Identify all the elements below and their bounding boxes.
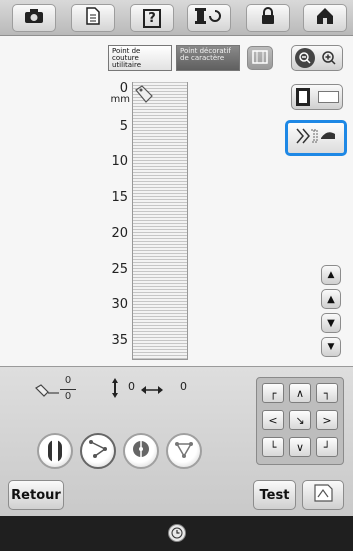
- tab-utility-stitch[interactable]: Point de couture utilitaire: [108, 45, 172, 71]
- stitch-mode-straight-button[interactable]: [37, 433, 73, 469]
- nav-center-button[interactable]: ↘: [289, 410, 311, 430]
- scroll-up-button[interactable]: ▲: [321, 289, 341, 309]
- wide-view-icon[interactable]: [318, 91, 339, 103]
- ruler-label-20: 20: [111, 226, 128, 241]
- scroll-bottom-button[interactable]: ▼: [321, 337, 341, 357]
- memory-button[interactable]: [302, 480, 344, 510]
- pattern-list-button[interactable]: [247, 46, 273, 70]
- camera-button[interactable]: [12, 4, 56, 32]
- nav-bottom-left-button[interactable]: └: [262, 437, 284, 457]
- length-bottom-value: 0: [64, 391, 72, 402]
- zoom-in-icon[interactable]: [319, 48, 339, 68]
- center-arrow-icon: ↘: [295, 413, 305, 427]
- test-button[interactable]: Test: [253, 480, 296, 510]
- double-up-arrow-icon: ▲: [327, 270, 335, 280]
- ruler-label-5: 5: [119, 119, 128, 134]
- scroll-top-button[interactable]: ▲: [321, 265, 341, 285]
- lock-icon: [260, 7, 276, 29]
- stitch-length-tag-icon: [34, 383, 60, 402]
- clock-icon[interactable]: [168, 524, 186, 542]
- chevron-down-icon: ∨: [295, 440, 305, 454]
- page-icon: [86, 7, 100, 29]
- vertical-arrow-icon: [111, 377, 119, 403]
- nav-top-left-button[interactable]: ┌: [262, 383, 284, 403]
- stitch-image-button[interactable]: [285, 120, 347, 156]
- stitch-mode-zigzag-button[interactable]: [80, 433, 116, 469]
- help-button[interactable]: ?: [130, 4, 174, 32]
- horizontal-value: 0: [180, 380, 187, 393]
- corner-bottom-left-icon: └: [269, 440, 277, 454]
- triangle-stitch-icon: [173, 438, 195, 464]
- nav-left-button[interactable]: <: [262, 410, 284, 430]
- chevron-left-icon: <: [268, 413, 278, 427]
- corner-top-right-icon: ┐: [323, 386, 331, 400]
- up-arrow-icon: ▲: [327, 293, 335, 305]
- nav-bottom-right-button[interactable]: ┘: [316, 437, 338, 457]
- home-button[interactable]: [303, 4, 347, 32]
- down-arrow-icon: ▼: [327, 317, 335, 329]
- fraction-divider: [60, 389, 76, 390]
- stitch-pattern-icon: [295, 126, 337, 150]
- nav-top-right-button[interactable]: ┐: [316, 383, 338, 403]
- corner-top-left-icon: ┌: [269, 386, 277, 400]
- tab-utility-label: Point de couture utilitaire: [112, 47, 142, 69]
- chevron-up-icon: ∧: [295, 386, 305, 400]
- vertical-value: 0: [128, 380, 135, 393]
- nav-down-button[interactable]: ∨: [289, 437, 311, 457]
- help-icon: ?: [143, 8, 161, 28]
- ruler-unit: mm: [110, 94, 130, 105]
- test-button-label: Test: [259, 487, 290, 503]
- memory-icon: [312, 483, 334, 507]
- corner-bottom-right-icon: ┘: [323, 440, 331, 454]
- double-down-arrow-icon: ▼: [327, 342, 335, 352]
- back-button[interactable]: Retour: [8, 480, 64, 510]
- pattern-list-icon: [252, 49, 268, 68]
- single-view-icon[interactable]: [296, 88, 310, 106]
- ruler-label-10: 10: [111, 154, 128, 169]
- back-button-label: Retour: [11, 487, 61, 503]
- horizontal-arrow-icon: [140, 381, 164, 400]
- center-stitch-icon: [132, 438, 150, 464]
- ruler-label-30: 30: [111, 297, 128, 312]
- page-button[interactable]: [71, 4, 115, 32]
- nav-up-button[interactable]: ∧: [289, 383, 311, 403]
- tab-decorative-stitch[interactable]: Point décoratif de caractère: [176, 45, 240, 71]
- ruler-label-35: 35: [111, 333, 128, 348]
- zigzag-stitch-icon: [87, 438, 109, 464]
- thread-icon: [194, 7, 224, 29]
- zoom-out-icon[interactable]: [295, 48, 315, 68]
- stitch-preview-strip: [132, 82, 188, 360]
- tab-decorative-label: Point décoratif de caractère: [180, 47, 231, 62]
- camera-icon: [24, 8, 44, 28]
- straight-stitch-icon: [48, 440, 62, 462]
- chevron-right-icon: >: [322, 413, 332, 427]
- home-icon: [316, 7, 334, 29]
- ruler-label-15: 15: [111, 190, 128, 205]
- lock-button[interactable]: [246, 4, 290, 32]
- scroll-down-button[interactable]: ▼: [321, 313, 341, 333]
- stitch-mode-triangle-button[interactable]: [166, 433, 202, 469]
- start-point-tag-icon: [134, 84, 154, 108]
- thread-button[interactable]: [187, 4, 231, 32]
- length-top-value: 0: [64, 375, 72, 386]
- nav-right-button[interactable]: >: [316, 410, 338, 430]
- stitch-mode-center-button[interactable]: [123, 433, 159, 469]
- ruler-label-25: 25: [111, 262, 128, 277]
